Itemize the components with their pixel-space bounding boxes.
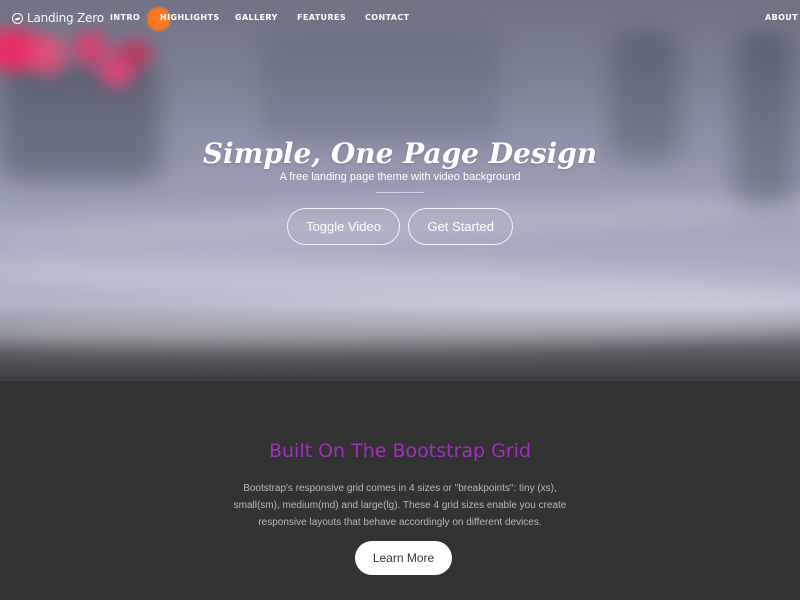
nav-link-gallery[interactable]: Gallery [235,13,278,22]
light-bokeh [28,35,68,75]
landing-zero-logo-icon [12,12,23,24]
section-heading: Built On The Bootstrap Grid [268,440,532,462]
nav-link-contact[interactable]: Contact [365,13,410,22]
section-description: Bootstrap's responsive grid comes in 4 s… [233,483,567,528]
nav-link-highlights[interactable]: Highlights [160,13,220,22]
hero-section: Landing Zero Intro Highlights Gallery Fe… [0,0,800,381]
top-navigation: Landing Zero Intro Highlights Gallery Fe… [0,0,800,36]
get-started-button[interactable]: Get Started [408,208,513,245]
hero-content: Simple, One Page Design A free landing p… [0,134,800,193]
nav-link-features[interactable]: Features [297,13,346,22]
brand-label: Landing Zero [27,11,104,25]
nav-link-intro[interactable]: Intro [110,13,140,22]
toggle-video-button[interactable]: Toggle Video [287,208,400,245]
light-bokeh [119,38,153,68]
background-shadow [260,30,500,140]
bootstrap-grid-section: Built On The Bootstrap Grid Bootstrap's … [0,381,800,600]
hero-subtitle: A free landing page theme with video bac… [279,171,521,183]
nav-link-about[interactable]: About [765,13,798,22]
learn-more-button[interactable]: Learn More [355,541,452,575]
brand-link[interactable]: Landing Zero [12,9,104,27]
hero-divider [376,192,424,193]
landing-page: Landing Zero Intro Highlights Gallery Fe… [0,0,800,600]
hero-title: Simple, One Page Design [202,137,598,170]
street-blur [0,297,800,355]
hero-actions: Toggle Video Get Started [0,208,800,245]
